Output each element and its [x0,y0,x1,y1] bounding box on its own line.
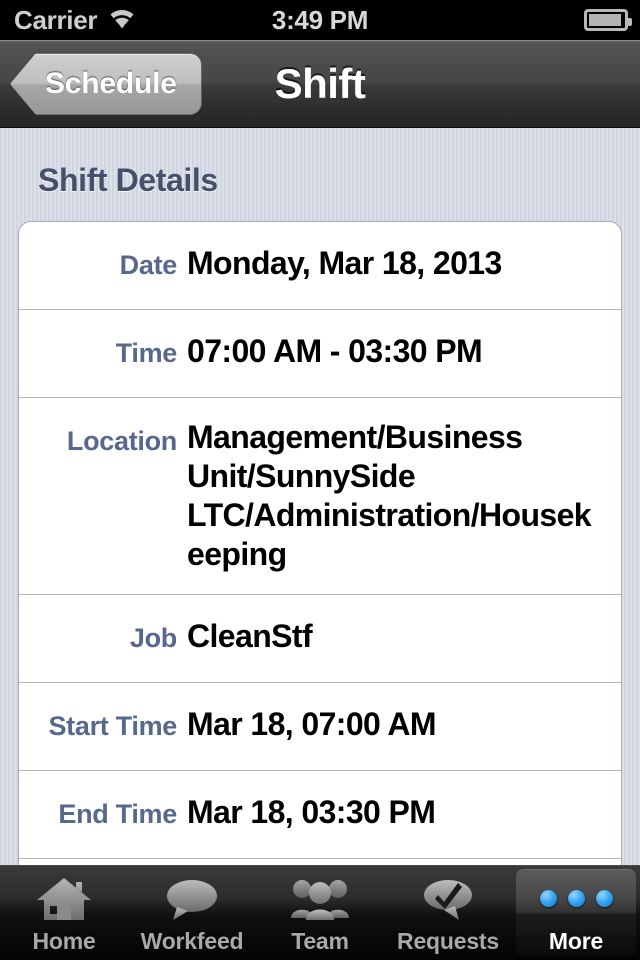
tab-requests[interactable]: Requests [384,866,512,960]
row-value: Monday, Mar 18, 2013 [187,245,502,281]
house-icon [35,876,93,922]
navigation-bar: Schedule Shift [0,40,640,128]
page-title: Shift [274,60,366,107]
table-row[interactable]: Start Time Mar 18, 07:00 AM [19,683,621,772]
table-row[interactable]: Location Management/Business Unit/SunnyS… [19,398,621,596]
shift-details-card: Date Monday, Mar 18, 2013 Time 07:00 AM … [18,221,622,866]
tab-requests-label: Requests [397,927,499,954]
row-value: Mar 18, 07:00 AM [187,706,436,743]
tab-team[interactable]: Team [256,866,384,960]
dot-icon [595,890,613,907]
dot-icon [567,890,585,907]
table-row[interactable]: Time 07:00 AM - 03:30 PM [19,310,621,398]
tab-workfeed[interactable]: Workfeed [128,866,256,960]
row-label: Location [66,426,177,456]
dot-icon [539,890,557,907]
row-label: Job [129,623,177,654]
speech-bubble-check-icon [419,876,477,922]
row-label: Date [119,250,178,280]
row-value: CleanStf [187,618,313,655]
three-dots-icon [539,876,613,922]
tab-home[interactable]: Home [0,866,128,960]
status-bar-right [584,9,632,31]
section-header: Shift Details [38,162,218,198]
tab-team-label: Team [291,927,349,954]
row-label: Start Time [48,711,177,742]
content-scroll-area[interactable]: Shift Details Date Monday, Mar 18, 2013 … [0,128,640,866]
tab-home-label: Home [32,927,96,954]
people-group-icon [289,876,351,922]
tab-bar: Home Workfeed Team Requests More [0,865,640,960]
table-row[interactable]: Job CleanStf [19,595,621,684]
tab-workfeed-label: Workfeed [140,927,244,954]
row-label: Time [115,338,178,368]
tab-more-label: More [548,927,604,954]
three-dots-group [539,890,613,907]
table-row[interactable]: Date Monday, Mar 18, 2013 [19,222,621,310]
row-value: Mar 18, 03:30 PM [187,794,436,831]
table-row[interactable]: End Time Mar 18, 03:30 PM [19,771,621,860]
battery-icon [584,9,632,31]
speech-bubble-icon [163,876,221,922]
phone-screen: Carrier 3:49 PM Schedule Shift Shift Det… [0,0,640,960]
row-value: 07:00 AM - 03:30 PM [187,333,483,369]
tab-more[interactable]: More [512,866,640,960]
battery-fill [589,14,621,26]
row-label: End Time [58,799,177,830]
status-bar: Carrier 3:49 PM [0,0,640,40]
status-bar-clock: 3:49 PM [271,4,369,35]
row-value: Management/Business Unit/SunnySide LTC/A… [187,419,592,573]
